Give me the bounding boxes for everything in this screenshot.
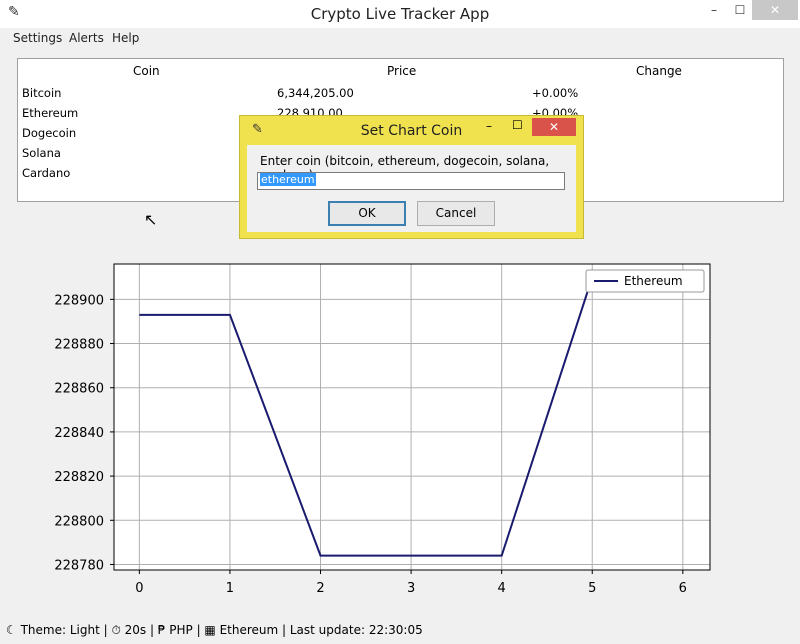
menu-bar: Settings Alerts Help: [0, 28, 800, 50]
plot-area: [114, 264, 710, 570]
y-tick-label: 228860: [54, 382, 104, 397]
x-tick-label: 2: [316, 581, 324, 596]
table-row[interactable]: Bitcoin 6,344,205.00 +0.00%: [18, 86, 783, 106]
coin-input[interactable]: ethereum: [257, 172, 565, 190]
maximize-button[interactable]: ☐: [726, 0, 754, 20]
x-tick-label: 0: [135, 581, 143, 596]
x-tick-label: 5: [588, 581, 596, 596]
column-header-price[interactable]: Price: [387, 64, 416, 78]
dialog-body: Enter coin (bitcoin, ethereum, dogecoin,…: [247, 145, 576, 232]
legend-label: Ethereum: [624, 274, 683, 288]
coin-cell: Bitcoin: [22, 86, 62, 100]
y-tick-label: 228820: [54, 470, 104, 485]
menu-settings[interactable]: Settings: [13, 31, 62, 45]
x-tick-label: 6: [679, 581, 687, 596]
dialog-close-button[interactable]: ✕: [532, 118, 576, 136]
coin-input-value: ethereum: [260, 173, 316, 186]
set-chart-coin-dialog: ✎ Set Chart Coin – ☐ ✕ Enter coin (bitco…: [239, 115, 584, 239]
x-tick-label: 4: [498, 581, 506, 596]
coin-cell: Dogecoin: [22, 126, 77, 140]
dialog-minimize-button[interactable]: –: [486, 119, 492, 133]
price-cell: 6,344,205.00: [277, 86, 354, 100]
minimize-button[interactable]: –: [700, 0, 728, 20]
menu-alerts[interactable]: Alerts: [69, 31, 104, 45]
chart-svg: 0 1 2 3 4 5 6 228780 228800 228820 228840 228860 228…: [54, 263, 711, 596]
y-tick-label: 228780: [54, 558, 104, 573]
title-bar: ✎ Crypto Live Tracker App – ☐ ✕: [0, 0, 800, 28]
x-tick-label: 1: [226, 581, 234, 596]
coin-cell: Ethereum: [22, 106, 79, 120]
y-tick-label: 228800: [54, 514, 104, 529]
x-tick-label: 3: [407, 581, 415, 596]
ok-button[interactable]: OK: [328, 201, 406, 226]
column-header-change[interactable]: Change: [636, 64, 682, 78]
cancel-button[interactable]: Cancel: [417, 201, 495, 226]
price-chart: 0 1 2 3 4 5 6 228780 228800 228820 228840 228860 228…: [0, 250, 800, 610]
coin-cell: Cardano: [22, 166, 71, 180]
y-tick-label: 228840: [54, 426, 104, 441]
y-tick-label: 228880: [54, 338, 104, 353]
column-header-coin[interactable]: Coin: [133, 64, 160, 78]
mouse-pointer-icon: ↖: [144, 210, 158, 229]
y-tick-label: 228900: [54, 293, 104, 308]
status-bar: ☾ Theme: Light | ⏱ 20s | ₱ PHP | ▦ Ether…: [6, 623, 423, 637]
window-title: Crypto Live Tracker App: [310, 5, 490, 23]
dialog-maximize-button[interactable]: ☐: [512, 118, 523, 132]
menu-help[interactable]: Help: [112, 31, 139, 45]
coin-cell: Solana: [22, 146, 61, 160]
close-button[interactable]: ✕: [752, 0, 798, 20]
change-cell: +0.00%: [532, 86, 579, 100]
